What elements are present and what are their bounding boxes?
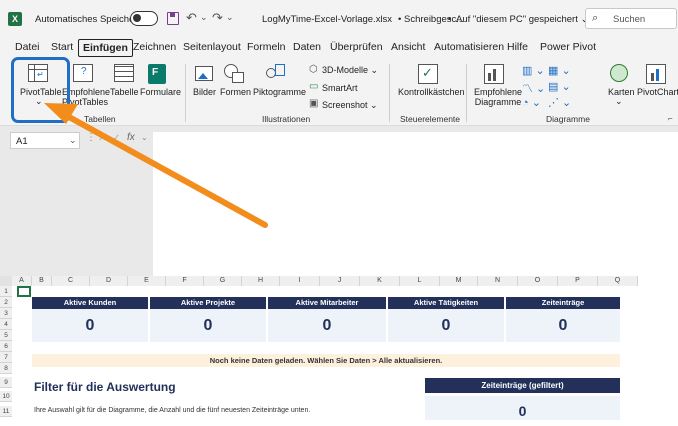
annotation-arrow — [44, 103, 268, 228]
annotation-arrow-line — [57, 109, 268, 228]
